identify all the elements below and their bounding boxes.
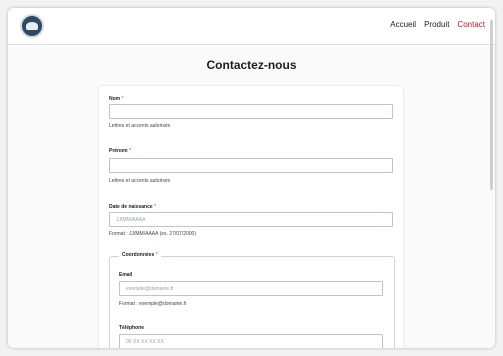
required-marker: * [154,204,156,210]
browser-window: Accueil Produit Contact Contactez-nous N… [8,8,495,348]
telephone-input[interactable]: 06 XX XX XX XX [119,334,383,348]
nom-label: Nom * [109,96,123,102]
email-label: Email [119,272,133,278]
email-hint: Format : exemple@domaine.fr [119,301,187,307]
nom-label-text: Nom [109,96,121,102]
nom-input[interactable] [109,104,393,119]
required-marker: * [121,96,124,102]
coordonnees-legend-text: Coordonnées [122,252,155,258]
telephone-placeholder: 06 XX XX XX XX [126,339,164,345]
dob-label: Date de naissance * [109,204,156,210]
dob-input[interactable]: JJ/MM/AAAA [109,212,393,227]
required-marker: * [155,252,158,258]
prenom-label-text: Prénom [109,148,128,154]
prenom-label: Prénom * [109,148,131,154]
email-input[interactable]: exemple@domaine.fr [119,281,383,296]
dob-hint: Format : JJ/MM/AAAA (ex. 27/07/2000) [109,231,196,237]
contact-form-card: Nom * Lettres et accents autorisés Préno… [99,86,403,348]
prenom-hint: Lettres et accents autorisés [109,178,171,184]
nom-hint: Lettres et accents autorisés [109,123,171,129]
navbar: Accueil Produit Contact [8,8,495,45]
nav-accueil-link[interactable]: Accueil [390,20,416,29]
dob-label-text: Date de naissance [109,204,153,210]
telephone-label: Téléphone [119,325,145,331]
page-scrollbar[interactable] [490,20,493,190]
prenom-input[interactable] [109,158,393,173]
coordonnees-legend: Coordonnées * [119,252,161,258]
page-title: Contactez-nous [206,58,297,72]
nav-links: Accueil Produit Contact [390,20,485,29]
nav-contact-link[interactable]: Contact [457,20,485,29]
logo-icon[interactable] [20,14,44,38]
email-placeholder: exemple@domaine.fr [126,286,174,292]
required-marker: * [129,148,131,154]
nav-produit-link[interactable]: Produit [424,20,449,29]
dob-placeholder: JJ/MM/AAAA [116,217,146,223]
